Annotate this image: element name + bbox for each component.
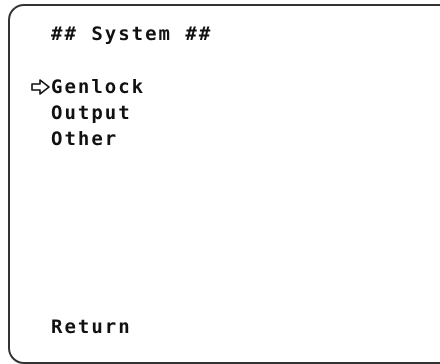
menu-screen-frame (8, 4, 440, 364)
menu-title: ## System ## (51, 23, 213, 45)
pointing-arrow-icon (31, 79, 51, 95)
menu-item-return[interactable]: Return (51, 318, 132, 337)
menu-item-genlock[interactable]: Genlock (51, 78, 145, 97)
menu-item-output[interactable]: Output (51, 104, 132, 123)
menu-item-other[interactable]: Other (51, 130, 118, 149)
